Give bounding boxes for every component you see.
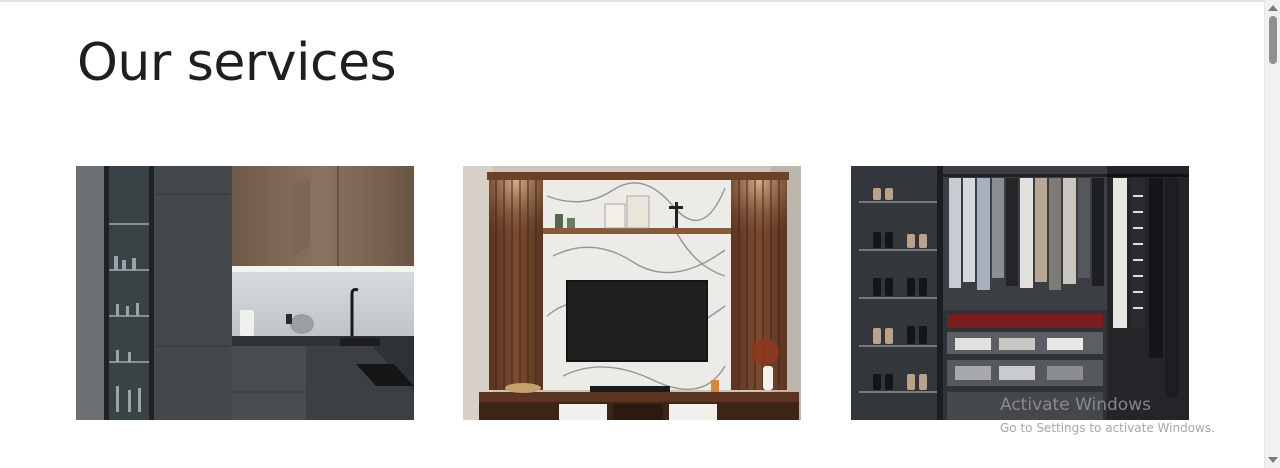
- kitchen-image: [76, 166, 414, 420]
- scroll-up-arrow-icon[interactable]: [1268, 5, 1278, 11]
- scroll-down-arrow-icon[interactable]: [1268, 457, 1278, 463]
- service-card-kitchen[interactable]: [76, 166, 414, 420]
- section-title: Our services: [77, 33, 397, 93]
- page: Our services Activate Windows Go to Sett…: [0, 0, 1280, 468]
- wardrobe-image: [851, 166, 1189, 420]
- vertical-scrollbar[interactable]: [1264, 0, 1280, 468]
- service-card-wardrobe[interactable]: [851, 166, 1189, 420]
- tv-unit-image: [463, 166, 801, 420]
- watermark-subtitle: Go to Settings to activate Windows.: [1000, 421, 1215, 435]
- service-card-tv-unit[interactable]: [463, 166, 801, 420]
- top-divider: [0, 0, 1264, 2]
- scroll-thumb[interactable]: [1269, 16, 1277, 64]
